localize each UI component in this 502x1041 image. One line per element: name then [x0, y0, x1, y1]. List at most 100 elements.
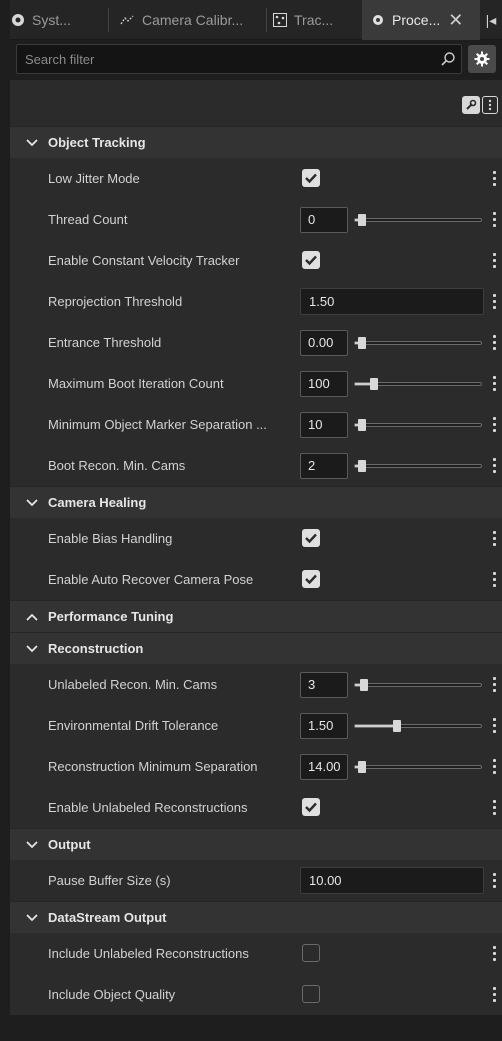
close-icon[interactable]: ✕ [448, 10, 463, 31]
row-options-icon[interactable] [493, 572, 496, 587]
settings-button[interactable] [468, 45, 496, 73]
slider[interactable] [354, 337, 482, 349]
property-label: Reprojection Threshold [48, 294, 183, 309]
text-input[interactable]: 10.00 [300, 867, 484, 894]
slider-thumb[interactable] [358, 460, 366, 472]
slider-track [354, 765, 482, 769]
checkbox-checked[interactable] [302, 169, 320, 187]
property-row: Unlabeled Recon. Min. Cams 3 [10, 664, 502, 705]
property-label: Pause Buffer Size (s) [48, 873, 171, 888]
section-header-performance-tuning[interactable]: Performance Tuning [10, 600, 502, 632]
chevron-down-icon[interactable] [10, 840, 48, 849]
row-options-icon[interactable] [493, 800, 496, 815]
checkbox-checked[interactable] [302, 570, 320, 588]
checkbox-unchecked[interactable] [302, 944, 320, 962]
property-label: Enable Auto Recover Camera Pose [48, 572, 254, 587]
row-options-icon[interactable] [493, 335, 496, 350]
slider-track [354, 464, 482, 468]
row-options-icon[interactable] [493, 873, 496, 888]
slider[interactable] [354, 679, 482, 691]
chevron-down-icon[interactable] [10, 498, 48, 507]
slider[interactable] [354, 460, 482, 472]
row-options-icon[interactable] [493, 294, 496, 309]
number-input[interactable]: 10 [300, 412, 348, 438]
tab-camera-calibration[interactable]: Camera Calibr... [114, 0, 266, 40]
row-options-icon[interactable] [493, 212, 496, 227]
row-options-icon[interactable] [493, 677, 496, 692]
slider-thumb[interactable] [358, 419, 366, 431]
checkmark-icon [305, 255, 317, 266]
slider-thumb[interactable] [360, 679, 368, 691]
chevron-down-icon[interactable] [10, 138, 48, 147]
search-input[interactable] [16, 44, 462, 74]
row-options-icon[interactable] [493, 531, 496, 546]
row-options-icon[interactable] [493, 171, 496, 186]
number-input[interactable]: 100 [300, 371, 348, 397]
tab-processing[interactable]: Proce... ✕ [362, 0, 480, 40]
property-row: Thread Count 0 [10, 199, 502, 240]
property-row: Enable Constant Velocity Tracker [10, 240, 502, 281]
property-row: Entrance Threshold 0.00 [10, 322, 502, 363]
number-input[interactable]: 3 [300, 672, 348, 698]
tab-system[interactable]: Syst... [10, 0, 106, 40]
property-label: Maximum Boot Iteration Count [48, 376, 224, 391]
section-title: Performance Tuning [48, 609, 174, 624]
slider-thumb[interactable] [358, 761, 366, 773]
row-options-icon[interactable] [493, 458, 496, 473]
slider[interactable] [354, 419, 482, 431]
slider-thumb[interactable] [358, 214, 366, 226]
checkbox-checked[interactable] [302, 798, 320, 816]
number-input[interactable]: 0.00 [300, 330, 348, 356]
number-input[interactable]: 14.00 [300, 754, 348, 780]
property-label: Unlabeled Recon. Min. Cams [48, 677, 218, 692]
tab-tracking[interactable]: Trac... [272, 0, 358, 40]
chevron-down-icon[interactable] [10, 644, 48, 653]
row-options-icon[interactable] [493, 759, 496, 774]
section-header-reconstruction[interactable]: Reconstruction [10, 632, 502, 664]
camera-calibration-icon [120, 12, 136, 28]
properties-panel: Object Tracking Low Jitter Mode Thread Cou… [10, 126, 502, 1015]
more-options-button[interactable] [482, 96, 498, 114]
property-label: Boot Recon. Min. Cams [48, 458, 186, 473]
slider[interactable] [354, 214, 482, 226]
row-options-icon[interactable] [493, 987, 496, 1002]
tab-bar: Syst... Camera Calibr... Trac... Proce..… [10, 0, 502, 40]
row-options-icon[interactable] [493, 946, 496, 961]
row-options-icon[interactable] [493, 718, 496, 733]
slider[interactable] [354, 761, 482, 773]
chevron-up-icon[interactable] [10, 613, 48, 621]
property-row: Include Object Quality [10, 974, 502, 1015]
property-label: Low Jitter Mode [48, 171, 140, 186]
slider-thumb[interactable] [393, 720, 401, 732]
collapse-panel-icon[interactable]: |◂ [480, 0, 502, 40]
checkbox-checked[interactable] [302, 251, 320, 269]
chevron-down-icon[interactable] [10, 913, 48, 922]
wrench-button[interactable] [462, 96, 480, 114]
property-row: Environmental Drift Tolerance 1.50 [10, 705, 502, 746]
row-options-icon[interactable] [493, 376, 496, 391]
slider[interactable] [354, 720, 482, 732]
search-icon[interactable] [440, 51, 456, 67]
number-input[interactable]: 2 [300, 453, 348, 479]
slider-track [354, 218, 482, 222]
section-header-output[interactable]: Output [10, 828, 502, 860]
number-input[interactable]: 1.50 [300, 713, 348, 739]
checkbox-unchecked[interactable] [302, 985, 320, 1003]
row-options-icon[interactable] [493, 253, 496, 268]
text-input[interactable]: 1.50 [300, 288, 484, 315]
property-row: Pause Buffer Size (s) 10.00 [10, 860, 502, 901]
property-row: Enable Auto Recover Camera Pose [10, 559, 502, 600]
section-header-camera-healing[interactable]: Camera Healing [10, 486, 502, 518]
slider-thumb[interactable] [358, 337, 366, 349]
checkbox-checked[interactable] [302, 529, 320, 547]
slider[interactable] [354, 378, 482, 390]
property-row: Low Jitter Mode [10, 158, 502, 199]
tab-label: Trac... [294, 12, 334, 28]
section-header-datastream-output[interactable]: DataStream Output [10, 901, 502, 933]
slider-thumb[interactable] [370, 378, 378, 390]
row-options-icon[interactable] [493, 417, 496, 432]
property-row: Boot Recon. Min. Cams 2 [10, 445, 502, 486]
number-input[interactable]: 0 [300, 207, 348, 233]
section-header-object-tracking[interactable]: Object Tracking [10, 126, 502, 158]
property-row: Enable Bias Handling [10, 518, 502, 559]
